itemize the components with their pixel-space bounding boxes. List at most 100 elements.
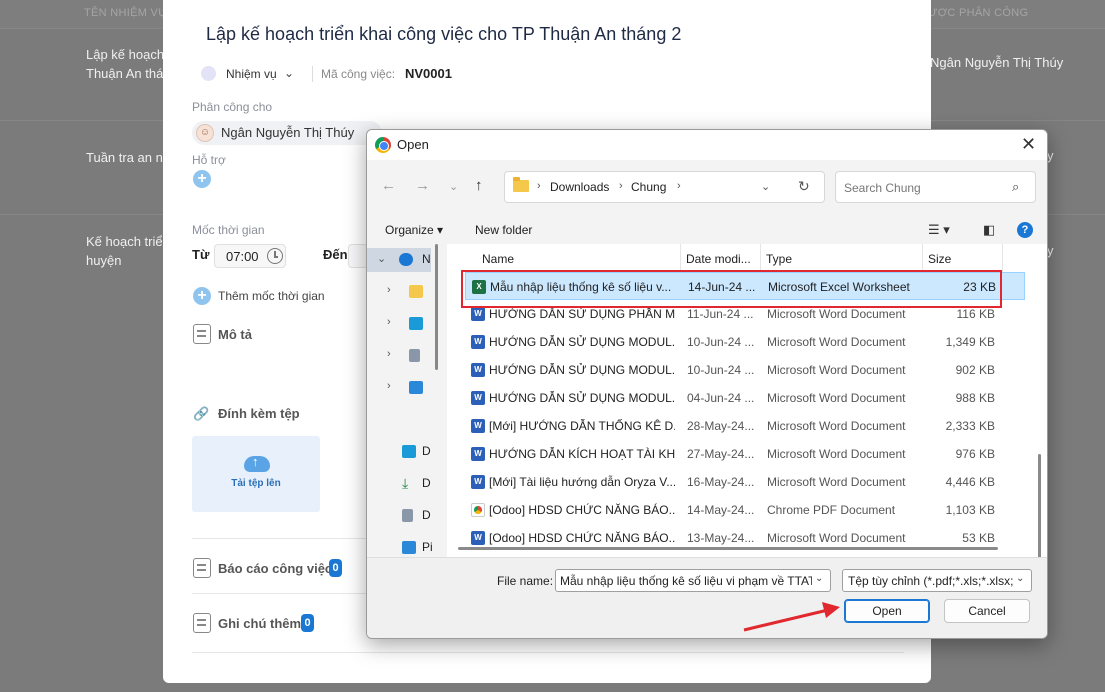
pictures-icon [402, 541, 416, 554]
file-name: [Mới] HƯỚNG DẪN THỐNG KÊ D... [489, 419, 675, 433]
nav-item-pictures[interactable]: › [367, 376, 431, 400]
file-type: Microsoft Word Document [767, 391, 906, 405]
file-row[interactable]: [Odoo] HDSD CHỨC NĂNG BÁO... 14-May-24...… [465, 496, 1025, 524]
chevron-down-icon: ⌄ [1016, 573, 1025, 584]
breadcrumb-separator-icon: › [537, 180, 541, 192]
folder-icon [409, 285, 423, 298]
add-milestone-icon[interactable]: + [193, 287, 211, 305]
chevron-right-icon: › [387, 316, 391, 328]
breadcrumb-chung[interactable]: Chung [631, 180, 666, 194]
forward-arrow-icon[interactable]: → [415, 177, 430, 194]
column-header-date[interactable]: Date modi... [681, 244, 761, 272]
nav-item-label: N [422, 252, 431, 266]
file-type-select[interactable]: Tệp tùy chỉnh (*.pdf;*.xls;*.xlsx; ⌄ [842, 569, 1032, 592]
upload-label: Tải tệp lên [231, 478, 281, 489]
chevron-down-icon[interactable]: ⌄ [284, 66, 294, 80]
breadcrumb-downloads[interactable]: Downloads [550, 180, 609, 194]
file-date: 27-May-24... [687, 447, 755, 461]
nav-scrollbar[interactable] [435, 244, 438, 370]
horizontal-scrollbar[interactable] [458, 547, 998, 550]
support-label: Hỗ trợ [192, 153, 226, 167]
column-header-size[interactable]: Size [923, 244, 1003, 272]
open-button[interactable]: Open [844, 599, 930, 623]
assignee-chip[interactable]: ☺ Ngân Nguyễn Thị Thúy [192, 121, 382, 145]
add-milestone-link[interactable]: Thêm mốc thời gian [218, 289, 325, 303]
file-name-input[interactable]: Mẫu nhập liệu thống kê số liệu vi phạm v… [555, 569, 831, 592]
file-row[interactable]: W HƯỚNG DẪN SỬ DỤNG MODUL... 10-Jun-24 ...… [465, 328, 1025, 356]
nav-item-downloads[interactable]: ⤓ D [367, 472, 431, 496]
open-file-dialog: Open ✕ ← → ⌄ ↑ › Downloads › Chung › ⌄ ↻… [366, 129, 1048, 639]
column-label: Date modi... [686, 252, 751, 266]
report-label[interactable]: Báo cáo công việc [218, 561, 332, 576]
to-label: Đến [323, 247, 348, 262]
from-time-value: 07:00 [226, 249, 259, 264]
file-date: 10-Jun-24 ... [687, 363, 755, 377]
file-size: 4,446 KB [945, 475, 995, 489]
help-icon[interactable]: ? [1017, 222, 1033, 238]
cancel-button[interactable]: Cancel [944, 599, 1030, 623]
organize-label: Organize [385, 223, 434, 237]
dialog-titlebar: Open ✕ [367, 130, 1047, 160]
column-header-type[interactable]: Type [761, 244, 923, 272]
close-icon[interactable]: ✕ [1021, 134, 1036, 155]
file-row[interactable]: W HƯỚNG DẪN KÍCH HOẠT TÀI KH... 27-May-24.… [465, 440, 1025, 468]
report-count-badge: 0 [329, 559, 342, 577]
search-box[interactable]: Search Chung ⌕ [835, 171, 1036, 203]
folder-icon [513, 177, 529, 192]
chrome-pdf-icon [471, 503, 485, 517]
dialog-title: Open [397, 137, 429, 152]
dialog-footer: File name: Mẫu nhập liệu thống kê số liệ… [367, 557, 1047, 638]
task-type-label[interactable]: Nhiệm vụ [226, 67, 277, 81]
nav-item-folder[interactable]: › [367, 280, 431, 304]
row-assignee: y [1047, 243, 1054, 258]
file-date: 04-Jun-24 ... [687, 391, 755, 405]
file-date: 11-Jun-24 ... [687, 307, 754, 321]
nav-item-documents-2[interactable]: D [367, 504, 431, 528]
document-icon [402, 509, 413, 522]
refresh-icon[interactable]: ↻ [798, 178, 810, 195]
nav-item-desktop-2[interactable]: D [367, 440, 431, 464]
description-label: Mô tả [218, 327, 252, 342]
from-time-input[interactable]: 07:00 [214, 244, 286, 268]
divider [192, 652, 904, 653]
file-date: 14-May-24... [687, 503, 755, 517]
add-support-icon[interactable]: + [193, 170, 211, 188]
file-row[interactable]: W [Mới] Tài liệu hướng dẫn Oryza V... 16-M… [465, 468, 1025, 496]
preview-pane-icon[interactable]: ◧ [983, 222, 995, 238]
row-name: Kế hoạch triển [86, 234, 166, 249]
organize-button[interactable]: Organize ▾ [385, 223, 443, 237]
nav-item-desktop[interactable]: › [367, 312, 431, 336]
row-assignee: Ngân Nguyễn Thị Thúy [930, 55, 1064, 70]
recent-locations-chevron-icon[interactable]: ⌄ [449, 180, 458, 193]
vertical-scrollbar[interactable] [1038, 454, 1041, 574]
row-assignee: y [1047, 148, 1054, 163]
cloud-upload-icon [244, 454, 270, 472]
file-size: 1,103 KB [945, 503, 995, 517]
address-bar[interactable]: › Downloads › Chung › ⌄ ↻ [504, 171, 825, 203]
notes-label[interactable]: Ghi chú thêm [218, 616, 301, 631]
nav-item-documents[interactable]: › [367, 344, 431, 368]
up-arrow-icon[interactable]: ↑ [475, 177, 483, 194]
file-type: Chrome PDF Document [767, 503, 896, 517]
chevron-down-icon[interactable]: ⌄ [761, 180, 770, 193]
word-file-icon: W [471, 363, 485, 377]
file-row[interactable]: W HƯỚNG DẪN SỬ DỤNG MODUL... 04-Jun-24 ...… [465, 384, 1025, 412]
word-file-icon: W [471, 531, 485, 545]
new-folder-button[interactable]: New folder [475, 223, 532, 237]
view-options-icon[interactable]: ☰ ▾ [928, 222, 950, 238]
upload-dropzone[interactable]: Tải tệp lên [192, 436, 320, 512]
row-name: Thuận An thán [86, 66, 166, 81]
file-size: 1,349 KB [945, 335, 995, 349]
breadcrumb-separator-icon: › [677, 180, 681, 192]
file-row[interactable]: W HƯỚNG DẪN SỬ DỤNG MODUL... 10-Jun-24 ...… [465, 356, 1025, 384]
column-label: Type [766, 252, 793, 266]
nav-item-onedrive[interactable]: ⌄ N [367, 248, 431, 272]
column-header-name[interactable]: Name [477, 244, 681, 272]
file-row[interactable]: W [Mới] HƯỚNG DẪN THỐNG KÊ D... 28-May-24.… [465, 412, 1025, 440]
to-time-input[interactable] [348, 244, 368, 268]
back-arrow-icon[interactable]: ← [381, 177, 396, 194]
file-name: HƯỚNG DẪN SỬ DỤNG MODUL... [489, 391, 675, 405]
file-size: 902 KB [955, 363, 995, 377]
nav-item-label: D [422, 476, 431, 490]
file-size: 2,333 KB [945, 419, 995, 433]
